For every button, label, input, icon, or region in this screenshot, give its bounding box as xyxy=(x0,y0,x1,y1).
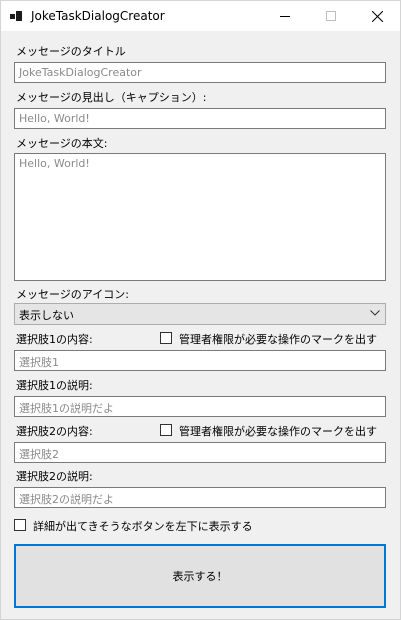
choice1-desc-input[interactable]: 選択肢1の説明だよ xyxy=(14,396,386,417)
choice2-desc-input[interactable]: 選択肢2の説明だよ xyxy=(14,487,386,508)
title-input[interactable]: JokeTaskDialogCreator xyxy=(14,62,386,83)
choice2-desc-label: 選択肢2の説明: xyxy=(16,470,93,483)
maximize-icon xyxy=(326,11,336,21)
choice1-content-label: 選択肢1の内容: xyxy=(16,333,93,346)
details-checkbox-label: 詳細が出てきそうなボタンを左下に表示する xyxy=(33,520,253,533)
choice1-desc-label: 選択肢1の説明: xyxy=(16,379,93,392)
minimize-button[interactable] xyxy=(262,1,308,31)
main-window: JokeTaskDialogCreator メッセージのタイトル JokeTas… xyxy=(0,0,401,620)
title-bar[interactable]: JokeTaskDialogCreator xyxy=(1,1,400,31)
choice1-admin-checkbox[interactable] xyxy=(160,332,172,344)
app-icon xyxy=(10,11,22,21)
choice2-admin-checkbox-label: 管理者権限が必要な操作のマークを出す xyxy=(179,425,377,438)
choice1-admin-checkbox-label: 管理者権限が必要な操作のマークを出す xyxy=(179,333,377,346)
maximize-button xyxy=(308,1,354,31)
minimize-icon xyxy=(280,16,290,17)
choice1-content-input[interactable]: 選択肢1 xyxy=(14,350,386,371)
close-button[interactable] xyxy=(354,1,400,31)
caption-input[interactable]: Hello, World! xyxy=(14,108,386,129)
details-checkbox[interactable] xyxy=(14,519,26,531)
icon-label: メッセージのアイコン: xyxy=(16,288,129,301)
icon-select[interactable]: 表示しない xyxy=(14,303,386,325)
chevron-down-icon xyxy=(370,310,380,316)
close-icon xyxy=(371,10,383,22)
icon-select-value: 表示しない xyxy=(19,309,74,322)
title-label: メッセージのタイトル xyxy=(16,45,126,58)
caption-label: メッセージの見出し（キャプション）: xyxy=(16,91,207,104)
choice2-admin-checkbox[interactable] xyxy=(160,424,172,436)
body-textarea[interactable]: Hello, World! xyxy=(14,153,386,281)
choice2-content-input[interactable]: 選択肢2 xyxy=(14,442,386,463)
show-button[interactable]: 表示する！ xyxy=(14,544,386,608)
body-label: メッセージの本文: xyxy=(16,137,108,150)
choice2-content-label: 選択肢2の内容: xyxy=(16,425,93,438)
window-title: JokeTaskDialogCreator xyxy=(31,9,165,23)
